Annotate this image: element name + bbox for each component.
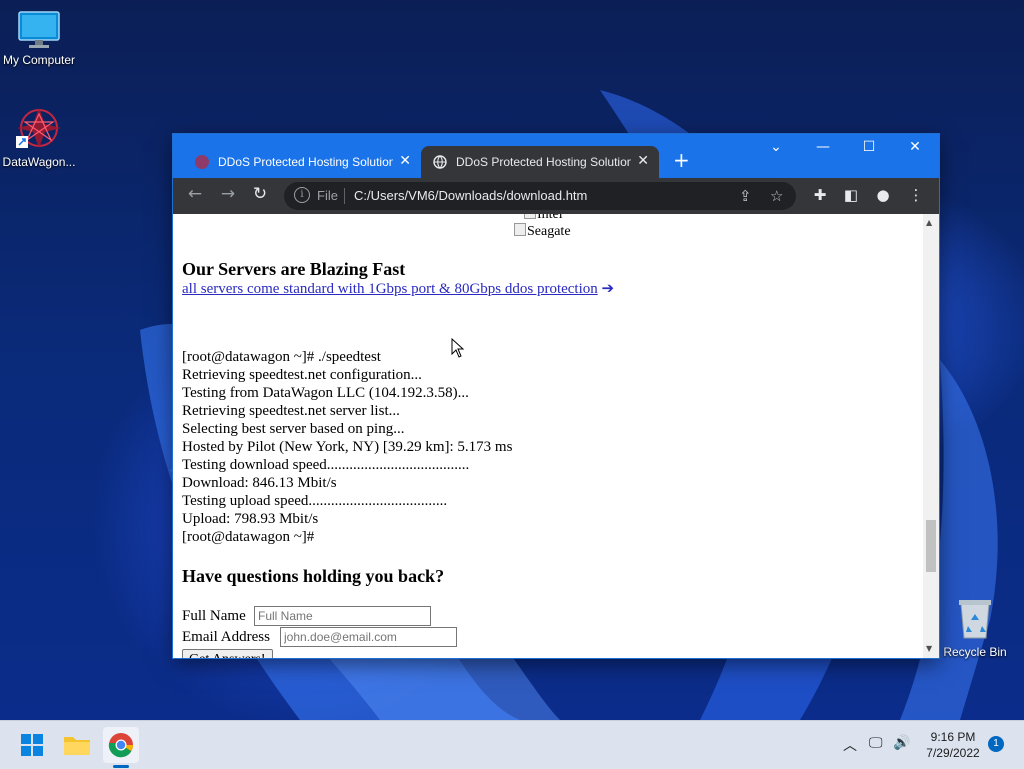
windows-logo-icon	[21, 734, 43, 756]
servers-link[interactable]: all servers come standard with 1Gbps por…	[182, 280, 614, 298]
monitor-icon	[18, 11, 60, 48]
email-input[interactable]	[280, 627, 457, 647]
desktop-icon-recycle-bin[interactable]: Recycle Bin	[933, 596, 1017, 659]
info-icon[interactable]: i	[294, 187, 310, 203]
desktop-icon-label: DataWagon...	[2, 155, 76, 169]
address-separator	[344, 188, 345, 204]
clock-date: 7/29/2022	[926, 746, 980, 760]
reload-button[interactable]: ↻	[248, 184, 272, 204]
tab-active[interactable]: DDoS Protected Hosting Solutions ✕	[421, 146, 659, 178]
page-scrollbar[interactable]: ▲ ▼	[923, 214, 939, 658]
share-icon[interactable]: ⇪	[739, 187, 752, 205]
tab-label: DDoS Protected Hosting Solutions	[218, 155, 393, 169]
speedtest-line: Download: 846.13 Mbit/s	[182, 475, 337, 491]
back-button[interactable]: ←	[183, 184, 207, 204]
close-window-button[interactable]: ✕	[900, 139, 930, 155]
broken-image-icon	[514, 223, 526, 236]
full-name-input[interactable]	[254, 606, 431, 626]
folder-icon	[64, 737, 90, 755]
tab-close-icon[interactable]: ✕	[399, 152, 411, 169]
page-content: Intel Seagate Our Servers are Blazing Fa…	[173, 214, 923, 658]
speedtest-line: Upload: 798.93 Mbit/s	[182, 511, 319, 527]
speedtest-line: [root@datawagon ~]#	[182, 529, 315, 545]
speedtest-line: [root@datawagon ~]# ./speedtest	[182, 349, 381, 365]
side-panel-icon[interactable]: ◧	[841, 186, 861, 204]
datawagon-shortcut-icon	[16, 108, 61, 148]
tab-strip: DDoS Protected Hosting Solutions ✕ DDoS …	[173, 134, 939, 178]
speedtest-line: Hosted by Pilot (New York, NY) [39.29 km…	[182, 439, 513, 455]
tab-inactive[interactable]: DDoS Protected Hosting Solutions ✕	[183, 146, 421, 178]
globe-icon	[433, 155, 447, 169]
scrollbar-thumb[interactable]	[926, 520, 936, 572]
mouse-cursor-icon	[451, 338, 465, 358]
speedtest-line: Retrieving speedtest.net configuration..…	[182, 367, 422, 383]
speedtest-line: Selecting best server based on ping...	[182, 421, 405, 437]
volume-icon[interactable]: 🔊	[893, 735, 910, 751]
browser-toolbar: ← → ↻ i File C:/Users/VM6/Downloads/down…	[173, 178, 939, 214]
bookmark-star-icon[interactable]: ☆	[770, 187, 783, 205]
network-icon[interactable]: 🖵	[869, 735, 883, 751]
chrome-taskbar-button[interactable]	[103, 727, 139, 763]
url-text[interactable]: C:/Users/VM6/Downloads/download.htm	[354, 188, 587, 203]
notification-badge[interactable]: 1	[988, 736, 1004, 752]
forward-button[interactable]: →	[216, 184, 240, 204]
minimize-button[interactable]: —	[808, 139, 838, 155]
maximize-button[interactable]: ☐	[854, 139, 884, 155]
profile-icon[interactable]: ●	[873, 186, 893, 204]
scroll-up-arrow-icon[interactable]: ▲	[926, 218, 932, 227]
taskbar: ︿ 🖵 🔊 9:16 PM 7/29/2022 1	[0, 720, 1024, 769]
email-label: Email Address	[182, 629, 270, 645]
clock-time: 9:16 PM	[930, 730, 976, 744]
desktop-icon-my-computer[interactable]: My Computer	[0, 10, 81, 67]
broken-image-icon	[524, 214, 536, 219]
address-bar[interactable]: i File C:/Users/VM6/Downloads/download.h…	[284, 182, 796, 210]
tab-close-icon[interactable]: ✕	[637, 152, 649, 169]
system-clock[interactable]: 9:16 PM 7/29/2022	[918, 729, 988, 761]
get-answers-button[interactable]: Get Answers!	[182, 649, 273, 658]
chrome-icon	[108, 733, 133, 758]
recycle-bin-icon	[959, 600, 991, 639]
full-name-label: Full Name	[182, 608, 246, 624]
seagate-image: Seagate	[514, 223, 571, 240]
scroll-down-arrow-icon[interactable]: ▼	[926, 644, 932, 653]
file-explorer-button[interactable]	[59, 727, 95, 763]
datawagon-favicon-icon	[195, 155, 209, 169]
desktop-icon-datawagon[interactable]: DataWagon...	[0, 106, 81, 169]
arrow-right-icon: ➔	[601, 281, 615, 297]
extensions-icon[interactable]: ✚	[810, 186, 830, 204]
new-tab-button[interactable]: +	[673, 148, 690, 172]
tab-search-dropdown-icon[interactable]: ⌄	[761, 139, 791, 155]
scheme-label: File	[317, 188, 338, 203]
start-button[interactable]	[14, 727, 50, 763]
speedtest-line: Testing from DataWagon LLC (104.192.3.58…	[182, 385, 469, 401]
speedtest-line: Retrieving speedtest.net server list...	[182, 403, 400, 419]
questions-heading: Have questions holding you back?	[182, 566, 445, 586]
browser-window: DDoS Protected Hosting Solutions ✕ DDoS …	[173, 134, 939, 658]
servers-heading: Our Servers are Blazing Fast	[182, 259, 406, 279]
chevron-up-icon[interactable]: ︿	[843, 735, 857, 755]
desktop-icon-label: My Computer	[2, 53, 76, 67]
desktop-icon-label: Recycle Bin	[943, 645, 1007, 659]
speedtest-line: Testing upload speed....................…	[182, 493, 448, 509]
menu-kebab-icon[interactable]: ⋮	[906, 186, 926, 204]
speedtest-line: Testing download speed..................…	[182, 457, 470, 473]
tab-label: DDoS Protected Hosting Solutions	[456, 155, 631, 169]
intel-image: Intel	[524, 214, 563, 223]
